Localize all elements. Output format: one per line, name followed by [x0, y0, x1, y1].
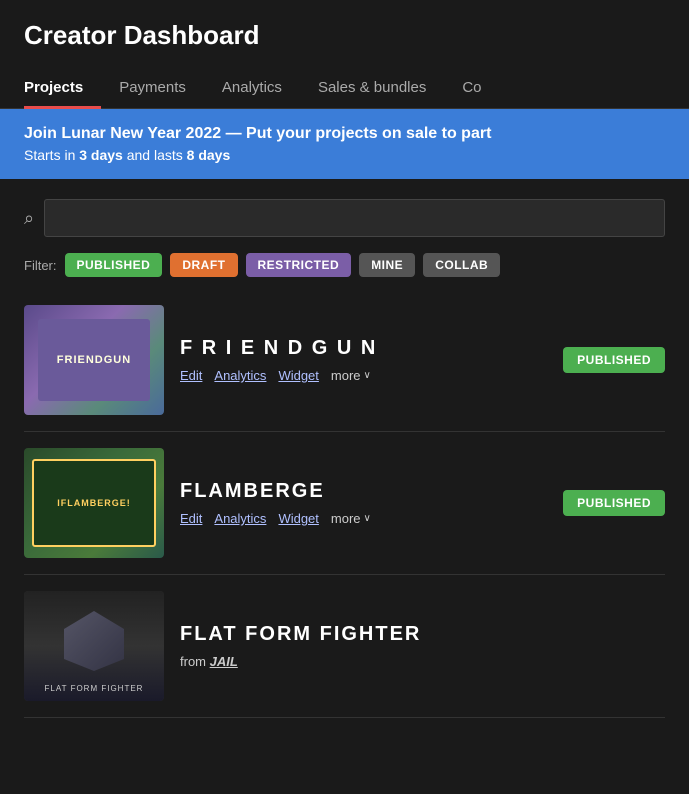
jail-link[interactable]: JAIL [210, 654, 238, 669]
widget-link-friendgun[interactable]: Widget [278, 368, 318, 383]
project-thumb-flamberge[interactable]: iFLAMBERGE! [24, 448, 164, 558]
thumb-label-flamberge: iFLAMBERGE! [32, 459, 155, 547]
tab-projects[interactable]: Projects [24, 67, 101, 108]
nav-tabs: Projects Payments Analytics Sales & bund… [0, 67, 689, 109]
search-input[interactable] [44, 199, 665, 237]
status-badge-flamberge: PUBLISHED [563, 490, 665, 516]
page-title: Creator Dashboard [24, 20, 665, 51]
tab-co[interactable]: Co [444, 67, 499, 108]
project-item-flamberge: iFLAMBERGE! FLAMBERGE Edit Analytics Wid… [24, 432, 665, 575]
search-area: ⌕ [0, 179, 689, 245]
thumb-label-flatform: FLAT FORM FIGHTER [45, 684, 144, 693]
filter-restricted-button[interactable]: RESTRICTED [246, 253, 352, 277]
project-right-flamberge: PUBLISHED [563, 490, 665, 516]
project-item-friendgun: FRIENDGUN F R I E N D G U N Edit Analyti… [24, 289, 665, 432]
project-info-flatform: FLAT FORM FIGHTER from JAIL [180, 623, 665, 669]
search-icon: ⌕ [24, 208, 34, 229]
project-thumb-friendgun[interactable]: FRIENDGUN [24, 305, 164, 415]
tab-analytics[interactable]: Analytics [204, 67, 300, 108]
project-info-friendgun: F R I E N D G U N Edit Analytics Widget … [180, 337, 547, 383]
project-item-flatform: FLAT FORM FIGHTER FLAT FORM FIGHTER from… [24, 575, 665, 718]
project-actions-flamberge: Edit Analytics Widget more ∨ [180, 511, 547, 526]
status-badge-friendgun: PUBLISHED [563, 347, 665, 373]
edit-link-flamberge[interactable]: Edit [180, 511, 202, 526]
project-list: FRIENDGUN F R I E N D G U N Edit Analyti… [0, 289, 689, 718]
project-name-flatform: FLAT FORM FIGHTER [180, 623, 665, 646]
more-button-friendgun[interactable]: more ∨ [331, 368, 371, 383]
filter-mine-button[interactable]: MINE [359, 253, 415, 277]
thumb-shape-flatform [64, 611, 124, 671]
tab-sales-bundles[interactable]: Sales & bundles [300, 67, 444, 108]
filter-collab-button[interactable]: COLLAB [423, 253, 500, 277]
widget-link-flamberge[interactable]: Widget [278, 511, 318, 526]
chevron-down-icon: ∨ [364, 513, 371, 524]
filter-draft-button[interactable]: DRAFT [170, 253, 237, 277]
project-right-friendgun: PUBLISHED [563, 347, 665, 373]
analytics-link-flamberge[interactable]: Analytics [214, 511, 266, 526]
banner-title: Join Lunar New Year 2022 — Put your proj… [24, 125, 665, 143]
project-name-flamberge: FLAMBERGE [180, 480, 547, 503]
filter-row: Filter: PUBLISHED DRAFT RESTRICTED MINE … [0, 245, 689, 289]
thumb-label-friendgun: FRIENDGUN [38, 319, 150, 402]
filter-label: Filter: [24, 258, 57, 273]
edit-link-friendgun[interactable]: Edit [180, 368, 202, 383]
tab-payments[interactable]: Payments [101, 67, 204, 108]
header: Creator Dashboard [0, 0, 689, 67]
project-info-flamberge: FLAMBERGE Edit Analytics Widget more ∨ [180, 480, 547, 526]
more-button-flamberge[interactable]: more ∨ [331, 511, 371, 526]
promo-banner[interactable]: Join Lunar New Year 2022 — Put your proj… [0, 109, 689, 179]
project-actions-friendgun: Edit Analytics Widget more ∨ [180, 368, 547, 383]
project-sub-flatform: from JAIL [180, 654, 665, 669]
banner-subtitle: Starts in 3 days and lasts 8 days [24, 147, 665, 163]
project-thumb-flatform[interactable]: FLAT FORM FIGHTER [24, 591, 164, 701]
analytics-link-friendgun[interactable]: Analytics [214, 368, 266, 383]
project-name-friendgun: F R I E N D G U N [180, 337, 547, 360]
chevron-down-icon: ∨ [364, 370, 371, 381]
filter-published-button[interactable]: PUBLISHED [65, 253, 163, 277]
